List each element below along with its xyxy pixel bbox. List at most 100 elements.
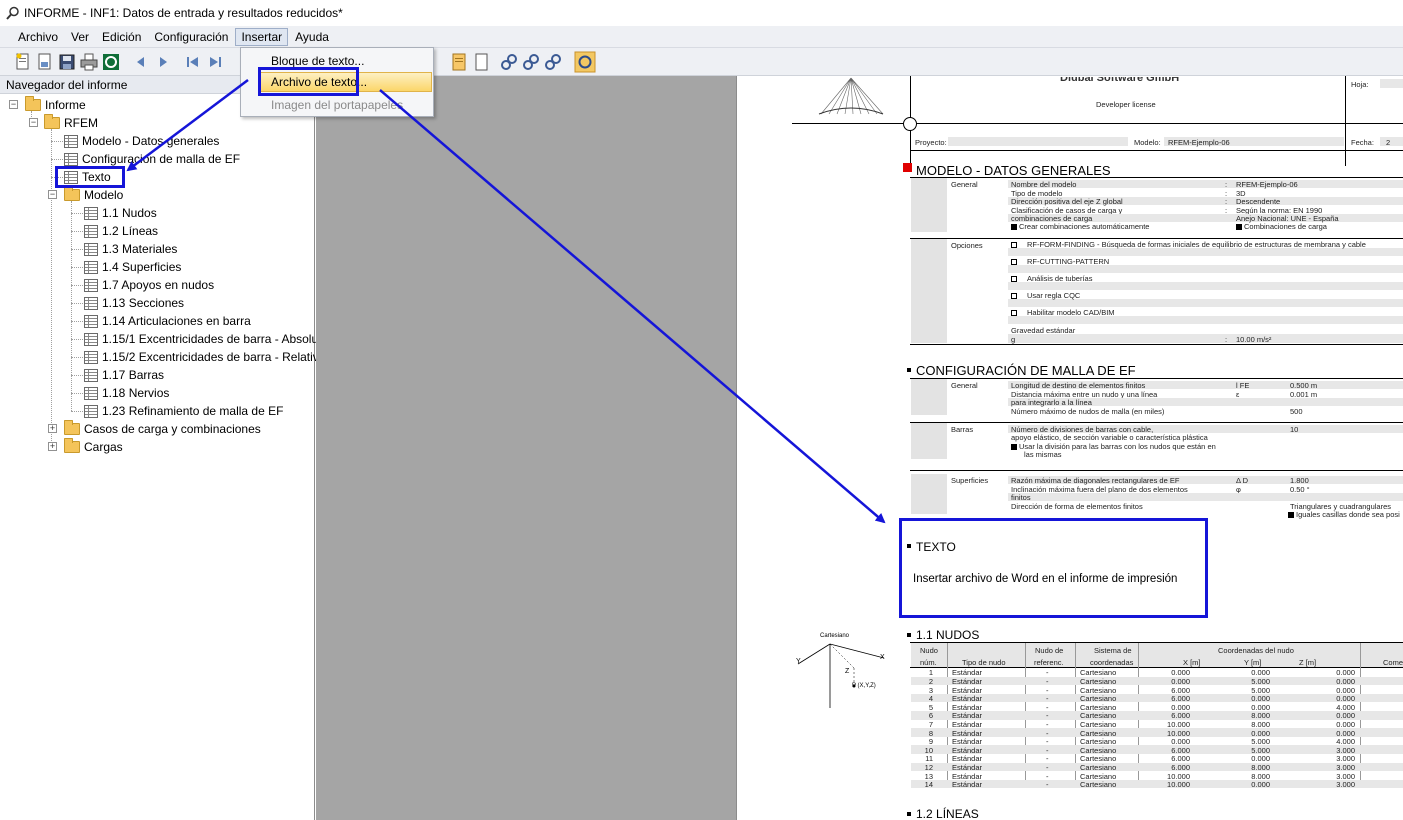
tree-modelo-datos-generales[interactable]: Modelo - Datos generales	[64, 132, 219, 150]
bullet-icon	[907, 368, 911, 372]
malla-row-v: 500	[1290, 406, 1303, 416]
tree-modelo-item[interactable]: 1.23 Refinamiento de malla de EF	[84, 402, 283, 420]
tree-informe[interactable]: Informe	[25, 96, 86, 114]
table-icon	[84, 314, 98, 328]
menu-imagen-portapapeles[interactable]: Imagen del portapapeles	[271, 98, 403, 112]
checkbox-icon	[1011, 310, 1017, 317]
tree-modelo-item[interactable]: 1.15/2 Excentricidades de barra - Relati…	[84, 348, 319, 366]
chk-crear-combinaciones: Crear combinaciones automáticamente	[1011, 222, 1149, 231]
opciones-label: Opciones	[951, 241, 983, 250]
expand-rfem[interactable]: −	[29, 118, 38, 127]
page-icon-1[interactable]	[450, 53, 468, 71]
tree-rfem[interactable]: RFEM	[44, 114, 98, 132]
tree-modelo-item[interactable]: 1.14 Articulaciones en barra	[84, 312, 251, 330]
fecha-value: 2	[1386, 138, 1391, 147]
table-icon	[84, 404, 98, 418]
refresh-icon[interactable]	[102, 53, 120, 71]
tree-modelo-item[interactable]: 1.18 Nervios	[84, 384, 169, 402]
expand-modelo[interactable]: −	[48, 190, 57, 199]
th-come: Come	[1383, 658, 1403, 667]
expand-casos-carga[interactable]: +	[48, 424, 57, 433]
th-nudo: Nudo	[920, 646, 938, 655]
tree-casos-carga[interactable]: Casos de carga y combinaciones	[64, 420, 261, 438]
folder-icon	[25, 96, 41, 111]
checkbox-icon	[1236, 224, 1242, 231]
tree-cargas[interactable]: Cargas	[64, 438, 123, 456]
menu-edicion[interactable]: Edición	[96, 28, 147, 46]
chk-combinaciones: Combinaciones de carga	[1236, 222, 1327, 231]
opcion-item: RF-FORM-FINDING - Búsqueda de formas ini…	[1011, 240, 1366, 249]
th-num: núm.	[920, 658, 937, 667]
menu-ayuda[interactable]: Ayuda	[289, 28, 335, 46]
menu-insertar[interactable]: Insertar	[235, 27, 289, 46]
first-page-icon[interactable]	[184, 53, 202, 71]
link-icon-2[interactable]	[522, 53, 540, 71]
checkbox-icon	[1011, 242, 1017, 249]
nudos-cell: -	[1046, 780, 1049, 790]
print-preview-icon[interactable]	[36, 53, 54, 71]
tree-modelo-item[interactable]: 1.3 Materiales	[84, 240, 177, 258]
last-page-icon[interactable]	[206, 53, 224, 71]
expand-cargas[interactable]: +	[48, 442, 57, 451]
th-referenc: referenc.	[1034, 658, 1064, 667]
malla-general-label: General	[951, 381, 978, 390]
th-sistema-de: Sistema de	[1094, 646, 1132, 655]
tree-modelo-item[interactable]: 1.15/1 Excentricidades de barra - Absolu	[84, 330, 318, 348]
tree-label: 1.14 Articulaciones en barra	[102, 314, 251, 328]
tree-modelo-item[interactable]: 1.2 Líneas	[84, 222, 158, 240]
chk-barras-2: las mismas	[1024, 450, 1062, 459]
link-icon-3[interactable]	[544, 53, 562, 71]
checkbox-icon	[1011, 444, 1017, 451]
print-icon[interactable]	[80, 53, 98, 71]
new-report-icon[interactable]	[14, 53, 32, 71]
tree-label: Casos de carga y combinaciones	[84, 422, 261, 436]
save-icon[interactable]	[58, 53, 76, 71]
tree-modelo-item[interactable]: 1.13 Secciones	[84, 294, 184, 312]
tree-label: Informe	[45, 98, 86, 112]
menu-archivo[interactable]: Archivo	[12, 28, 64, 46]
tree-modelo[interactable]: Modelo	[64, 186, 123, 204]
barras-label: Barras	[951, 425, 974, 434]
toolbar	[0, 48, 1403, 76]
proyecto-label: Proyecto:	[915, 138, 947, 147]
section-title-nudos: 1.1 NUDOS	[916, 628, 980, 642]
folder-icon	[64, 420, 80, 435]
menu-configuracion[interactable]: Configuración	[148, 28, 234, 46]
axis-x-label: X	[880, 654, 885, 661]
tree-label: 1.7 Apoyos en nudos	[102, 278, 215, 292]
modelo-value: RFEM-Ejemplo-06	[1168, 138, 1230, 147]
modelo-label: Modelo:	[1134, 138, 1161, 147]
axis-y-label: Y	[796, 658, 801, 665]
tree-label: RFEM	[64, 116, 98, 130]
expand-informe[interactable]: −	[9, 100, 18, 109]
previous-arrow-icon[interactable]	[132, 53, 150, 71]
tree-modelo-item[interactable]: 1.1 Nudos	[84, 204, 157, 222]
nudos-cell: Estándar	[952, 780, 983, 790]
th-y: Y [m]	[1244, 658, 1262, 667]
menu-bloque-texto[interactable]: Bloque de texto...	[271, 54, 364, 68]
menu-ver[interactable]: Ver	[65, 28, 95, 46]
tree-modelo-item[interactable]: 1.7 Apoyos en nudos	[84, 276, 214, 294]
checkbox-icon	[1288, 512, 1294, 519]
sync-icon[interactable]	[574, 51, 596, 73]
section-title-malla: CONFIGURACIÓN DE MALLA DE EF	[916, 363, 1136, 378]
tree-label: 1.2 Líneas	[102, 224, 159, 238]
tree-label: 1.4 Superficies	[102, 260, 182, 274]
section-title-modelo: MODELO - DATOS GENERALES	[916, 163, 1111, 178]
window-title: INFORME - INF1: Datos de entrada y resul…	[24, 6, 343, 20]
preview-background	[316, 76, 736, 820]
th-coordenadas-sys: coordenadas	[1090, 658, 1134, 667]
header-divider	[1345, 76, 1346, 166]
company-logo-icon	[818, 77, 884, 115]
table-icon	[84, 278, 98, 292]
bullet-icon	[907, 812, 911, 816]
opcion-item: Usar regla CQC	[1011, 291, 1080, 300]
tree-modelo-item[interactable]: 1.17 Barras	[84, 366, 164, 384]
next-arrow-icon[interactable]	[154, 53, 172, 71]
tree-label: Modelo	[84, 188, 124, 202]
tree-label: Cargas	[84, 440, 123, 454]
superficies-label: Superficies	[951, 476, 989, 485]
tree-modelo-item[interactable]: 1.4 Superficies	[84, 258, 181, 276]
page-icon-2[interactable]	[472, 53, 490, 71]
link-icon-1[interactable]	[500, 53, 518, 71]
